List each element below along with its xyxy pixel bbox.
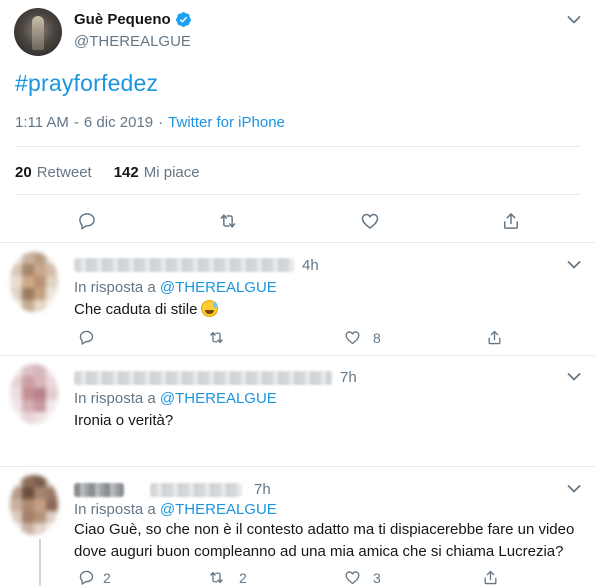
reply-time[interactable]: 4h [302,257,319,274]
in-reply-prefix: In risposta a [74,501,156,518]
main-tweet: Guè Pequeno @THEREALGUE #prayforfedez 1:… [0,0,595,243]
retweet-count: 2 [239,570,247,586]
thread-connector-line [39,539,41,586]
tweet-date[interactable]: 6 dic 2019 [84,114,153,131]
reply-tweet[interactable]: 7h In risposta a @THEREALGUE Ironia o ve… [0,356,595,467]
reply-text-line: dove auguri buon compleanno ad una mia a… [74,543,564,560]
share-icon[interactable] [501,211,521,231]
in-reply-prefix: In risposta a [74,390,156,407]
like-count: 8 [373,330,381,346]
retweet-icon[interactable] [208,329,225,346]
reply-author-name-redacted[interactable] [74,483,124,497]
tweet-stats: 20 Retweet 142 Mi piace [15,164,200,181]
author-avatar[interactable] [14,8,62,56]
reply-text: Ciao Guè, so che non è il contesto adatt… [74,519,574,563]
in-reply-prefix: In risposta a [74,279,156,296]
likes-count: 142 [113,164,139,181]
retweets-stat[interactable]: 20 Retweet [15,164,92,181]
reply-icon[interactable] [78,569,95,586]
chevron-down-icon[interactable] [567,260,581,270]
in-reply-handle-link[interactable]: @THEREALGUE [160,279,277,296]
reply-text: Che caduta di stile [74,299,219,321]
reply-author-handle-redacted[interactable] [150,483,242,497]
chevron-down-icon[interactable] [567,484,581,494]
in-reply-to: In risposta a @THEREALGUE [74,390,277,407]
reply-author-name-redacted[interactable] [74,258,294,272]
reply-count: 2 [103,570,111,586]
divider [15,146,580,147]
reply-avatar[interactable] [10,364,58,424]
reply-avatar[interactable] [10,252,58,312]
retweet-icon[interactable] [208,569,225,586]
like-count: 3 [373,570,381,586]
retweet-icon[interactable] [218,211,238,231]
reply-text: Ironia o verità? [74,412,174,429]
reply-avatar[interactable] [10,475,58,535]
author-name[interactable]: Guè Pequeno [74,11,171,28]
reply-text-line: Ciao Guè, so che non è il contesto adatt… [74,521,575,538]
tweet-time[interactable]: 1:11 AM [15,114,69,131]
reply-text-content: Che caduta di stile [74,301,198,318]
retweets-count: 20 [15,164,32,181]
like-heart-icon[interactable] [344,329,361,346]
likes-stat[interactable]: 142 Mi piace [114,164,200,181]
reply-tweet[interactable]: 4h In risposta a @THEREALGUE Che caduta … [0,243,595,356]
verified-badge-icon [175,12,191,27]
chevron-down-icon[interactable] [567,372,581,382]
author-name-row[interactable]: Guè Pequeno [74,11,192,28]
author-handle[interactable]: @THEREALGUE [74,33,191,50]
tweet-metadata: 1:11 AM -6 dic 2019 · Twitter for iPhone [15,114,285,131]
divider [15,194,580,195]
reply-tweet[interactable]: 7h In risposta a @THEREALGUE Ciao Guè, s… [0,467,595,586]
reply-icon[interactable] [78,329,95,346]
share-icon[interactable] [486,329,503,346]
in-reply-to: In risposta a @THEREALGUE [74,501,277,518]
like-heart-icon[interactable] [360,211,380,231]
likes-label: Mi piace [143,164,200,181]
like-heart-icon[interactable] [344,569,361,586]
reply-author-name-redacted[interactable] [74,371,332,385]
in-reply-to: In risposta a @THEREALGUE [74,279,277,296]
tweet-source-link[interactable]: Twitter for iPhone [168,114,285,131]
retweets-label: Retweet [36,164,92,181]
hashtag-link[interactable]: #prayforfedez [15,70,158,97]
in-reply-handle-link[interactable]: @THEREALGUE [160,501,277,518]
sweat-smile-emoji-icon [201,300,219,317]
reply-time[interactable]: 7h [340,369,357,386]
in-reply-handle-link[interactable]: @THEREALGUE [160,390,277,407]
reply-time[interactable]: 7h [254,481,271,498]
chevron-down-icon[interactable] [567,15,581,25]
reply-icon[interactable] [77,211,97,231]
share-icon[interactable] [482,569,499,586]
